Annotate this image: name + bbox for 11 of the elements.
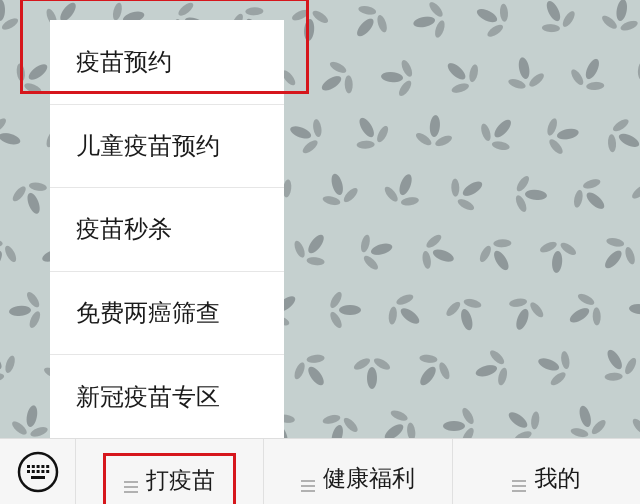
menu-item[interactable]: 疫苗预约: [50, 20, 284, 104]
menu-item[interactable]: 免费两癌筛查: [50, 270, 284, 354]
menu-tab[interactable]: 我的: [491, 453, 602, 504]
menu-lines-icon: [300, 480, 315, 492]
menu-tab[interactable]: 打疫苗: [103, 453, 236, 504]
menu-item[interactable]: 疫苗秒杀: [50, 187, 284, 271]
menu-tab[interactable]: 健康福利: [280, 453, 436, 504]
menu-item[interactable]: 儿童疫苗预约: [50, 104, 284, 188]
keyboard-icon[interactable]: [16, 450, 58, 492]
menu-lines-icon: [512, 480, 526, 492]
menu-lines-icon: [124, 481, 138, 493]
